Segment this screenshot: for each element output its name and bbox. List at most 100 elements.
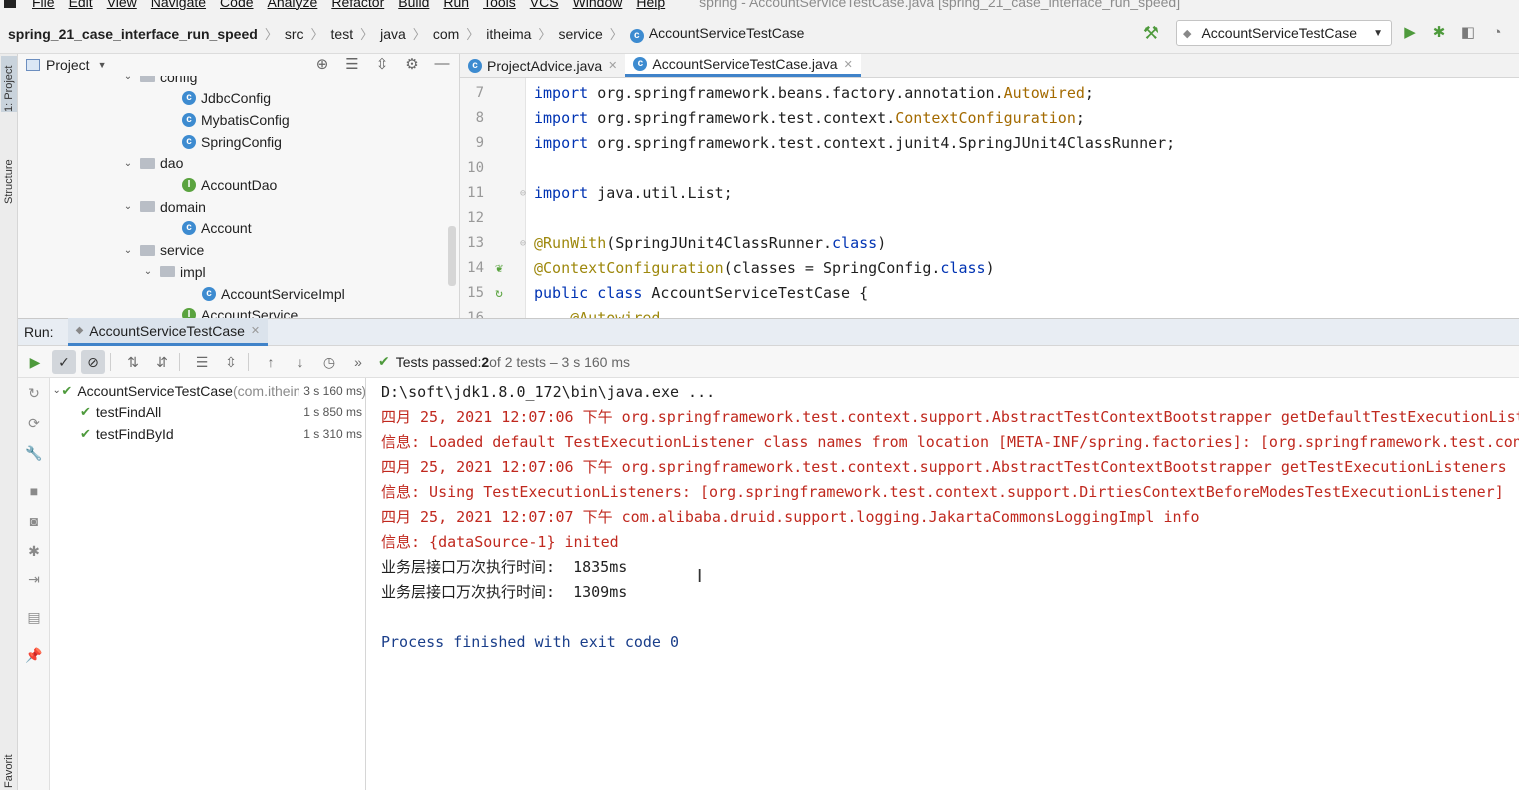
menu-item-edit[interactable]: Edit bbox=[69, 0, 93, 10]
camera-icon[interactable]: ◙ bbox=[22, 510, 46, 532]
menu-item-run[interactable]: Run bbox=[443, 0, 469, 10]
coverage-icon[interactable]: ◧ bbox=[1457, 22, 1479, 44]
tree-scrollbar[interactable] bbox=[448, 226, 456, 286]
menu-item-vcs[interactable]: VCS bbox=[530, 0, 559, 10]
close-icon[interactable]: ✕ bbox=[251, 324, 260, 337]
code-line: 10 bbox=[460, 156, 1519, 181]
test-name: testFindAll bbox=[95, 404, 162, 421]
show-passed-icon[interactable]: ✓ bbox=[52, 349, 76, 374]
menu-item-window[interactable]: Window bbox=[573, 0, 623, 10]
tree-item[interactable]: c SpringConfig bbox=[182, 131, 282, 152]
spring-bean-icon[interactable]: ❦ bbox=[490, 256, 508, 281]
tree-item[interactable]: ⌄ config bbox=[122, 76, 197, 87]
more-icon[interactable]: » bbox=[346, 350, 370, 374]
tree-item[interactable]: I AccountDao bbox=[182, 175, 277, 196]
fold-marker-icon[interactable]: ⊖ bbox=[520, 181, 526, 206]
tree-item[interactable]: ⌄ domain bbox=[122, 196, 206, 217]
menu-item-tools[interactable]: Tools bbox=[483, 0, 516, 10]
rerun-failed-icon[interactable]: ↻ bbox=[22, 382, 46, 404]
menu-item-analyze[interactable]: Analyze bbox=[268, 0, 318, 10]
breadcrumb-item[interactable]: test bbox=[331, 26, 354, 42]
menu-item-navigate[interactable]: Navigate bbox=[151, 0, 206, 10]
next-failed-icon[interactable]: ↓ bbox=[288, 350, 312, 374]
hide-icon[interactable]: — bbox=[431, 55, 453, 73]
sort-duration-icon[interactable]: ⇵ bbox=[150, 350, 174, 374]
menu-item-help[interactable]: Help bbox=[636, 0, 665, 10]
tree-item[interactable]: c Account bbox=[182, 218, 252, 239]
breadcrumb-item[interactable]: service bbox=[558, 26, 602, 42]
editor-tab[interactable]: c AccountServiceTestCase.java ✕ bbox=[625, 54, 861, 77]
tree-item[interactable]: c AccountServiceImpl bbox=[202, 283, 345, 304]
gear-icon[interactable]: ⚙ bbox=[401, 55, 423, 73]
project-panel-title[interactable]: Project bbox=[46, 57, 90, 73]
collapse-all-icon[interactable]: ⇳ bbox=[219, 350, 243, 374]
run-test-gutter-icon[interactable]: ↻ bbox=[490, 281, 508, 306]
chevron-down-icon[interactable]: ⌄ bbox=[142, 266, 154, 277]
tree-item[interactable]: c MybatisConfig bbox=[182, 109, 290, 130]
menu-item-view[interactable]: View bbox=[107, 0, 137, 10]
breadcrumb-project[interactable]: spring_21_case_interface_run_speed bbox=[8, 26, 258, 42]
code-line: 16 @Autowired bbox=[460, 306, 1519, 318]
test-name: AccountServiceTestCase bbox=[77, 382, 233, 399]
breadcrumb-item[interactable]: com bbox=[433, 26, 459, 42]
code-token: import bbox=[534, 109, 598, 127]
run-configuration-dropdown[interactable]: ◆ AccountServiceTestCase ▼ bbox=[1176, 20, 1392, 46]
stop-icon[interactable]: ■ bbox=[22, 480, 46, 502]
code-line: 9 import org.springframework.test.context… bbox=[460, 131, 1519, 156]
breadcrumb-item[interactable]: src bbox=[285, 26, 304, 42]
build-hammer-icon[interactable]: ⚒ bbox=[1140, 22, 1162, 44]
chevron-down-icon[interactable]: ▼ bbox=[98, 60, 107, 70]
chevron-down-icon[interactable]: ⌄ bbox=[122, 76, 134, 82]
tree-item[interactable]: ⌄ service bbox=[122, 240, 205, 261]
breadcrumb-file[interactable]: c AccountServiceTestCase bbox=[629, 25, 804, 43]
code-editor[interactable]: 7 import org.springframework.beans.factor… bbox=[460, 78, 1519, 318]
toggle-auto-test-icon[interactable]: ⟳ bbox=[22, 412, 46, 434]
menu-item-file[interactable]: File bbox=[32, 0, 55, 10]
tree-item[interactable]: I AccountService bbox=[182, 305, 298, 318]
layout-icon[interactable]: ▤ bbox=[22, 606, 46, 628]
test-row[interactable]: ✔ testFindById 1 s 310 ms bbox=[50, 423, 365, 444]
tree-item[interactable]: c JdbcConfig bbox=[182, 88, 271, 109]
chevron-down-icon[interactable]: ⌄ bbox=[122, 201, 134, 212]
menu-item-refactor[interactable]: Refactor bbox=[331, 0, 384, 10]
run-icon[interactable]: ▶ bbox=[1399, 22, 1421, 44]
tab-favorites[interactable]: Favorites bbox=[1, 754, 17, 788]
wrench-icon[interactable]: 🔧 bbox=[22, 442, 46, 464]
debug-icon[interactable]: ✱ bbox=[1428, 22, 1450, 44]
menu-item-build[interactable]: Build bbox=[398, 0, 429, 10]
debug-bug-icon[interactable]: ✱ bbox=[22, 540, 46, 562]
breadcrumb-item[interactable]: itheima bbox=[486, 26, 531, 42]
tree-item[interactable]: ⌄ impl bbox=[142, 261, 206, 282]
history-icon[interactable]: ◷ bbox=[317, 350, 341, 374]
chevron-down-icon[interactable]: ⌄ bbox=[52, 385, 61, 396]
fold-marker-icon[interactable]: ⊖ bbox=[520, 231, 526, 256]
collapse-all-icon[interactable]: ⇳ bbox=[371, 55, 393, 73]
run-tab[interactable]: ◆ AccountServiceTestCase ✕ bbox=[67, 318, 269, 346]
import-icon[interactable]: ⇥ bbox=[22, 568, 46, 590]
tree-item[interactable]: ⌄ dao bbox=[122, 153, 184, 174]
close-icon[interactable]: ✕ bbox=[608, 59, 617, 72]
editor-tab[interactable]: c ProjectAdvice.java ✕ bbox=[460, 54, 625, 77]
sort-alpha-icon[interactable]: ⇅ bbox=[121, 350, 145, 374]
code-line: 11 ⊖ import java.util.List; bbox=[460, 181, 1519, 206]
test-row[interactable]: ✔ testFindAll 1 s 850 ms bbox=[50, 402, 365, 423]
expand-all-icon[interactable]: ☰ bbox=[341, 55, 363, 73]
left-tool-strip: 1: Project Structure Favorites bbox=[0, 54, 18, 790]
close-icon[interactable]: ✕ bbox=[844, 58, 853, 71]
tab-structure[interactable]: Structure bbox=[1, 134, 17, 204]
code-line: 8 import org.springframework.test.context… bbox=[460, 106, 1519, 131]
rerun-icon[interactable]: ▶ bbox=[23, 350, 47, 374]
breadcrumb-item[interactable]: java bbox=[380, 26, 406, 42]
previous-failed-icon[interactable]: ↑ bbox=[259, 350, 283, 374]
expand-all-icon[interactable]: ☰ bbox=[190, 350, 214, 374]
locate-icon[interactable]: ⊕ bbox=[311, 55, 333, 73]
pin-icon[interactable]: 📌 bbox=[22, 644, 46, 666]
test-suite-row[interactable]: ⌄✔AccountServiceTestCase (com.itheima.se… bbox=[50, 380, 365, 401]
console-output[interactable]: I D:\soft\jdk1.8.0_172\bin\java.exe ... 四… bbox=[367, 378, 1519, 790]
tab-project[interactable]: 1: Project bbox=[1, 56, 17, 112]
menu-item-code[interactable]: Code bbox=[220, 0, 253, 10]
chevron-down-icon[interactable]: ⌄ bbox=[122, 158, 134, 169]
show-ignored-icon[interactable]: ⊘ bbox=[81, 349, 105, 374]
profile-icon[interactable]: ◔ bbox=[1486, 22, 1508, 44]
chevron-down-icon[interactable]: ⌄ bbox=[122, 245, 134, 256]
